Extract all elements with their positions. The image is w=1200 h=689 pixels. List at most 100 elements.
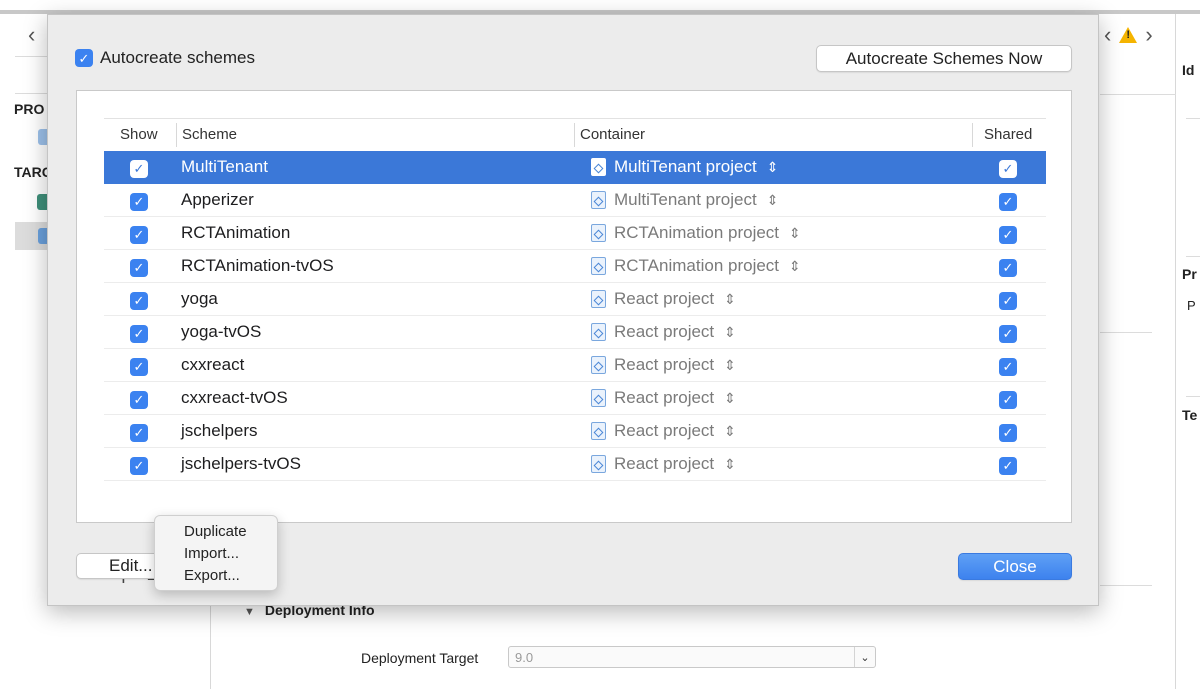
show-checkbox[interactable]: ✓ (130, 422, 148, 442)
container-popup[interactable]: React project ⇕ (591, 289, 736, 309)
container-popup[interactable]: React project ⇕ (591, 454, 736, 474)
column-separator (972, 123, 973, 147)
chevron-right-icon[interactable]: › (1145, 22, 1152, 48)
edit-button[interactable]: Edit... (76, 553, 166, 579)
checkmark-icon: ✓ (130, 225, 148, 244)
up-down-chevron-icon: ⇕ (789, 257, 801, 274)
shared-checkbox[interactable]: ✓ (999, 323, 1017, 343)
checkmark-icon: ✓ (999, 357, 1017, 376)
disclosure-triangle-icon[interactable]: ▼ (244, 606, 255, 618)
shared-checkbox[interactable]: ✓ (999, 158, 1017, 178)
container-popup[interactable]: RCTAnimation project ⇕ (591, 223, 801, 243)
menu-item-import[interactable]: Import... (184, 545, 239, 562)
container-popup[interactable]: React project ⇕ (591, 322, 736, 342)
checkmark-icon: ✓ (130, 192, 148, 211)
warning-icon[interactable]: ! (1119, 27, 1138, 43)
scheme-name: yoga (181, 289, 218, 308)
checkmark-icon: ✓ (999, 423, 1017, 442)
checkmark-icon: ✓ (75, 49, 93, 67)
deployment-target-select[interactable]: 9.0 ⌄ (508, 646, 876, 668)
up-down-chevron-icon: ⇕ (724, 356, 736, 373)
container-popup[interactable]: MultiTenant project ⇕ (591, 157, 778, 177)
scheme-name: jschelpers (181, 421, 258, 440)
chevron-left-icon[interactable]: ‹ (1104, 22, 1111, 48)
checkmark-icon: ✓ (999, 390, 1017, 409)
checkmark-icon: ✓ (999, 225, 1017, 244)
scheme-name: cxxreact (181, 355, 245, 374)
scheme-name: RCTAnimation-tvOS (181, 256, 334, 275)
shared-checkbox[interactable]: ✓ (999, 356, 1017, 376)
column-header-shared[interactable]: Shared (984, 126, 1032, 143)
menu-item-export[interactable]: Export... (184, 567, 240, 584)
checkmark-icon: ✓ (130, 456, 148, 475)
column-header-container[interactable]: Container (580, 126, 645, 143)
show-checkbox[interactable]: ✓ (130, 224, 148, 244)
container-popup[interactable]: RCTAnimation project ⇕ (591, 256, 801, 276)
autocreate-schemes-checkbox[interactable]: ✓ Autocreate schemes (75, 48, 255, 68)
container-popup[interactable]: React project ⇕ (591, 388, 736, 408)
show-checkbox[interactable]: ✓ (130, 389, 148, 409)
container-popup[interactable]: MultiTenant project ⇕ (591, 190, 778, 210)
container-name: React project (614, 388, 715, 407)
show-checkbox[interactable]: ✓ (130, 356, 148, 376)
show-checkbox[interactable]: ✓ (130, 191, 148, 211)
shared-checkbox[interactable]: ✓ (999, 290, 1017, 310)
shared-checkbox[interactable]: ✓ (999, 257, 1017, 277)
container-popup[interactable]: React project ⇕ (591, 421, 736, 441)
divider (1186, 396, 1200, 397)
checkmark-icon: ✓ (130, 291, 148, 310)
table-row[interactable]: ✓ jschelpers React project ⇕ ✓ (104, 415, 1046, 448)
chevron-down-icon: ⌄ (854, 647, 875, 667)
table-row[interactable]: ✓ RCTAnimation RCTAnimation project ⇕ ✓ (104, 217, 1046, 250)
show-checkbox[interactable]: ✓ (130, 323, 148, 343)
scheme-name: Apperizer (181, 190, 254, 209)
checkmark-icon: ✓ (130, 423, 148, 442)
show-checkbox[interactable]: ✓ (130, 290, 148, 310)
autocreate-schemes-now-button[interactable]: Autocreate Schemes Now (816, 45, 1072, 72)
shared-checkbox[interactable]: ✓ (999, 191, 1017, 211)
xcode-project-icon (591, 356, 606, 374)
table-row[interactable]: ✓ jschelpers-tvOS React project ⇕ ✓ (104, 448, 1046, 481)
container-name: React project (614, 355, 715, 374)
column-header-show[interactable]: Show (120, 126, 158, 143)
checkmark-icon: ✓ (999, 324, 1017, 343)
table-row[interactable]: ✓ RCTAnimation-tvOS RCTAnimation project ⇕ ✓ (104, 250, 1046, 283)
checkmark-icon: ✓ (130, 390, 148, 409)
xcode-project-icon (591, 224, 606, 242)
column-header-scheme[interactable]: Scheme (182, 126, 237, 143)
show-checkbox[interactable]: ✓ (130, 257, 148, 277)
checkmark-icon: ✓ (999, 456, 1017, 475)
shared-checkbox[interactable]: ✓ (999, 389, 1017, 409)
inspector-label-p: P (1187, 298, 1196, 313)
checkmark-icon: ✓ (130, 258, 148, 277)
xcode-project-icon (591, 455, 606, 473)
divider (1100, 585, 1152, 586)
xcode-project-icon (591, 422, 606, 440)
container-name: React project (614, 421, 715, 440)
inspector-label-text: Te (1182, 407, 1198, 423)
table-row[interactable]: ✓ cxxreact-tvOS React project ⇕ ✓ (104, 382, 1046, 415)
table-row[interactable]: ✓ cxxreact React project ⇕ ✓ (104, 349, 1046, 382)
xcode-project-icon (591, 389, 606, 407)
table-row[interactable]: ✓ Apperizer MultiTenant project ⇕ ✓ (104, 184, 1046, 217)
menu-item-duplicate[interactable]: Duplicate (184, 523, 247, 540)
table-row[interactable]: ✓ MultiTenant MultiTenant project ⇕ ✓ (104, 151, 1046, 184)
container-popup[interactable]: React project ⇕ (591, 355, 736, 375)
back-chevron-icon[interactable]: ‹ (28, 22, 35, 48)
shared-checkbox[interactable]: ✓ (999, 455, 1017, 475)
container-name: React project (614, 289, 715, 308)
show-checkbox[interactable]: ✓ (130, 158, 148, 178)
up-down-chevron-icon: ⇕ (724, 422, 736, 439)
scheme-name: jschelpers-tvOS (181, 454, 301, 473)
table-row[interactable]: ✓ yoga React project ⇕ ✓ (104, 283, 1046, 316)
close-button[interactable]: Close (958, 553, 1072, 580)
xcode-project-icon (591, 191, 606, 209)
shared-checkbox[interactable]: ✓ (999, 224, 1017, 244)
sidebar-section-project: PRO (14, 101, 45, 117)
schemes-table-container: Show Scheme Container Shared ✓ MultiTenan… (76, 90, 1072, 590)
table-row[interactable]: ✓ yoga-tvOS React project ⇕ ✓ (104, 316, 1046, 349)
issue-navigator: ‹ ! › (1104, 22, 1153, 48)
show-checkbox[interactable]: ✓ (130, 455, 148, 475)
shared-checkbox[interactable]: ✓ (999, 422, 1017, 442)
divider (15, 56, 47, 57)
